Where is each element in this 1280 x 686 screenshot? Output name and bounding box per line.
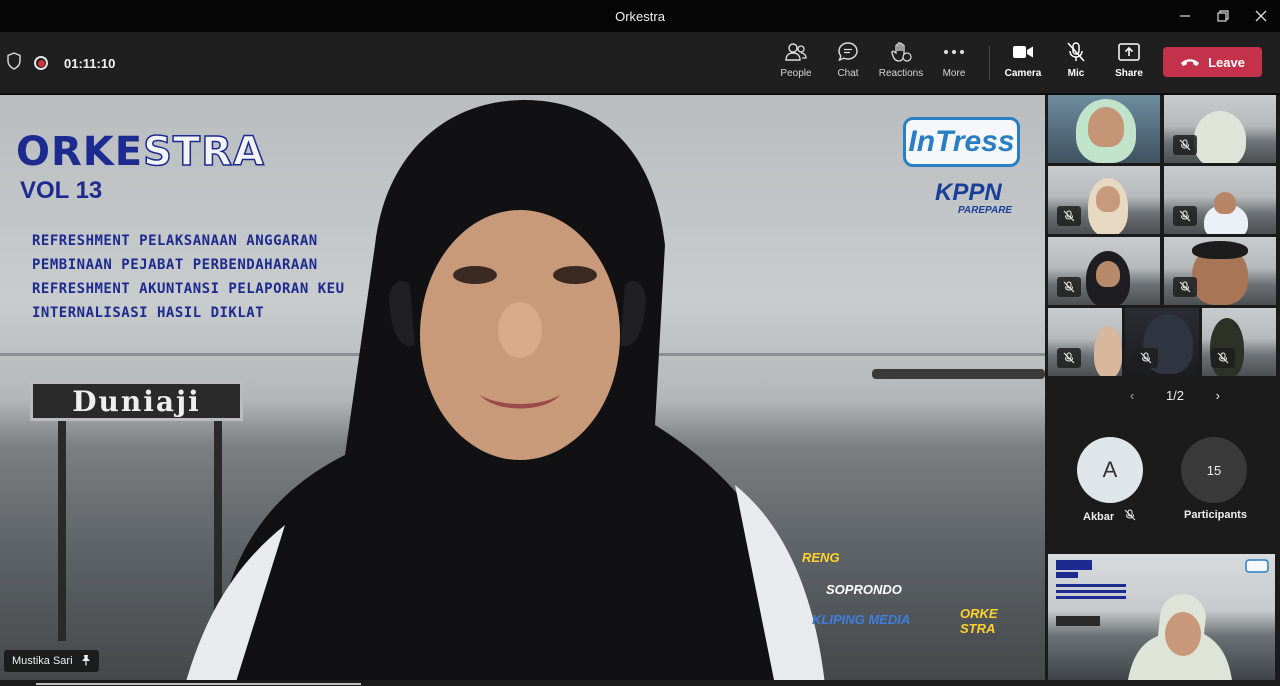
mic-muted-icon	[1211, 348, 1235, 368]
people-button[interactable]: People	[768, 40, 824, 86]
avatar[interactable]: A	[1077, 437, 1143, 503]
camera-label: Camera	[1004, 68, 1042, 79]
speaker-name-tag: Mustika Sari	[4, 650, 99, 672]
mic-button[interactable]: Mic	[1048, 40, 1104, 86]
self-view-preview	[1056, 559, 1269, 680]
gallery-pager: ‹ 1/2 ›	[1130, 385, 1220, 405]
shield-icon[interactable]	[6, 51, 22, 75]
participant-count-label: Participants	[1184, 509, 1247, 521]
avatar-name: Akbar	[1083, 510, 1115, 523]
title-bar: Orkestra	[0, 0, 1280, 32]
share-button[interactable]: Share	[1101, 40, 1157, 86]
participant-tile[interactable]	[1048, 237, 1160, 305]
sign-post-left	[58, 421, 66, 641]
mic-muted-icon	[1057, 348, 1081, 368]
mic-off-icon	[1065, 40, 1087, 64]
intress-logo: InTress	[903, 117, 1020, 167]
participant-tile[interactable]	[1048, 166, 1160, 234]
mic-muted-icon	[1134, 348, 1158, 368]
more-button[interactable]: More	[926, 40, 982, 86]
close-icon[interactable]	[1242, 0, 1280, 32]
minimize-icon[interactable]	[1166, 0, 1204, 32]
sponsor-soprondo: SOPRONDO	[826, 582, 902, 597]
kppn-city: PAREPARE	[958, 205, 1013, 216]
avatar-name-row: Akbar	[1083, 509, 1136, 524]
reactions-button[interactable]: Reactions	[873, 40, 929, 86]
sponsor-orkestra: ORKE STRA	[960, 606, 998, 636]
pin-icon[interactable]	[81, 654, 91, 669]
restore-icon[interactable]	[1204, 0, 1242, 32]
sponsor-reng: RENG	[802, 550, 840, 565]
people-label: People	[780, 68, 812, 79]
leave-label: Leave	[1208, 54, 1245, 70]
participants-panel: ‹ 1/2 › A Akbar 15 Participants	[1045, 95, 1280, 686]
participant-tile[interactable]	[1048, 308, 1122, 376]
reactions-label: Reactions	[878, 68, 924, 79]
window-title: Orkestra	[615, 8, 665, 24]
share-icon	[1118, 40, 1140, 64]
people-icon	[785, 40, 807, 64]
more-label: More	[942, 68, 966, 79]
participant-tile[interactable]	[1164, 166, 1276, 234]
bottom-scroll-strip	[0, 680, 1045, 686]
mic-muted-icon	[1173, 277, 1197, 297]
mic-label: Mic	[1067, 68, 1085, 79]
leave-button[interactable]: Leave	[1163, 47, 1262, 77]
participant-tile[interactable]	[1048, 95, 1160, 163]
toolbar-divider	[989, 46, 990, 80]
share-label: Share	[1115, 68, 1143, 79]
main-video-stage[interactable]: Duniaji ORKESTRA VOL 13 REFRESHMENT PELA…	[0, 95, 1045, 680]
breakwater	[872, 369, 1045, 379]
mic-muted-icon	[1057, 206, 1081, 226]
participant-count-button[interactable]: 15	[1181, 437, 1247, 503]
kppn-logo: KPPN	[935, 179, 1002, 206]
mic-muted-icon	[1173, 206, 1197, 226]
meeting-toolbar: 01:11:10 People Chat Reactions More Came…	[0, 32, 1280, 94]
page-indicator: 1/2	[1165, 387, 1185, 403]
speaker-name: Mustika Sari	[12, 655, 73, 667]
participant-tile[interactable]	[1125, 308, 1199, 376]
meeting-timer: 01:11:10	[64, 55, 116, 71]
participant-tile[interactable]	[1164, 237, 1276, 305]
mic-muted-icon	[1124, 509, 1136, 524]
speaker-video	[186, 100, 825, 680]
mic-muted-icon	[1173, 135, 1197, 155]
chat-label: Chat	[837, 68, 859, 79]
banner-volume: VOL 13	[20, 177, 103, 204]
participant-tile[interactable]	[1164, 95, 1276, 163]
camera-button[interactable]: Camera	[995, 40, 1051, 86]
reactions-icon	[890, 40, 912, 64]
chevron-left-icon[interactable]: ‹	[1130, 388, 1134, 403]
chat-button[interactable]: Chat	[820, 40, 876, 86]
more-icon	[943, 40, 965, 64]
mic-muted-icon	[1057, 277, 1081, 297]
chevron-right-icon[interactable]: ›	[1216, 388, 1220, 403]
recording-icon	[34, 56, 48, 70]
self-view-video[interactable]	[1048, 554, 1275, 680]
participant-tile[interactable]	[1202, 308, 1276, 376]
hang-up-icon	[1180, 55, 1200, 70]
camera-icon	[1012, 40, 1034, 64]
chat-icon	[837, 40, 859, 64]
sponsor-kliping: KLIPING MEDIA	[812, 612, 911, 627]
